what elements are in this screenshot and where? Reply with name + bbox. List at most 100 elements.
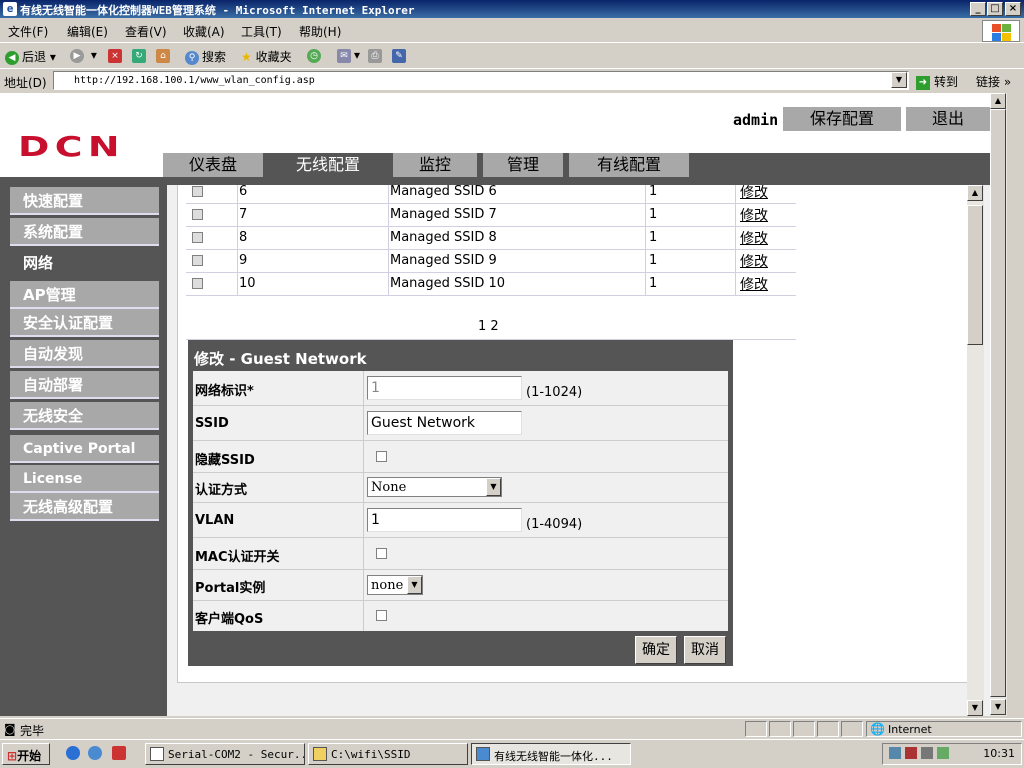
auth-select[interactable]: None ▼ bbox=[367, 477, 502, 497]
row-checkbox[interactable] bbox=[192, 255, 203, 266]
network-id-input[interactable]: 1 bbox=[367, 376, 522, 400]
sidebar-item-captive-portal[interactable]: Captive Portal bbox=[10, 435, 159, 463]
portal-select[interactable]: none ▼ bbox=[367, 575, 423, 595]
page-scrollbar[interactable]: ▲ ▼ bbox=[990, 93, 1007, 716]
edit-link[interactable]: 修改 bbox=[740, 251, 768, 271]
menu-help[interactable]: 帮助(H) bbox=[299, 23, 341, 40]
vlan-hint: (1-4094) bbox=[526, 517, 583, 532]
sidebar-item-ap-manage[interactable]: AP管理 bbox=[10, 281, 159, 309]
search-button[interactable]: ⚲ 搜索 bbox=[185, 48, 226, 65]
maximize-button[interactable]: □ bbox=[987, 2, 1003, 16]
scroll-thumb[interactable] bbox=[967, 205, 983, 345]
tab-dashboard[interactable]: 仪表盘 bbox=[163, 153, 263, 177]
content-frame: 6 Managed SSID 6 1 修改 7 Managed SSID 7 1… bbox=[177, 185, 973, 683]
tray-app-icon[interactable] bbox=[921, 747, 933, 759]
tab-wired-config[interactable]: 有线配置 bbox=[569, 153, 689, 177]
logout-button[interactable]: 退出 bbox=[906, 107, 990, 131]
edit-link[interactable]: 修改 bbox=[740, 205, 768, 225]
tray-app-icon[interactable] bbox=[937, 747, 949, 759]
inner-scrollbar[interactable]: ▲ ▼ bbox=[967, 185, 984, 716]
minimize-button[interactable]: _ bbox=[970, 2, 986, 16]
row-checkbox[interactable] bbox=[192, 232, 203, 243]
ok-button[interactable]: 确定 bbox=[635, 636, 677, 664]
form-row-mac-auth: MAC认证开关 bbox=[193, 538, 728, 570]
row-checkbox[interactable] bbox=[192, 278, 203, 289]
tab-monitor[interactable]: 监控 bbox=[393, 153, 477, 177]
address-input[interactable]: http://192.168.100.1/www_wlan_config.asp bbox=[53, 71, 909, 90]
edit-link[interactable]: 修改 bbox=[740, 274, 768, 294]
mail-button[interactable]: ✉ ▾ bbox=[337, 48, 360, 63]
links-label: 链接 bbox=[976, 75, 1001, 89]
refresh-button[interactable]: ↻ bbox=[132, 48, 149, 63]
tray-app-icon[interactable] bbox=[905, 747, 917, 759]
windows-logo-icon bbox=[982, 20, 1020, 42]
task-label: 有线无线智能一体化... bbox=[494, 750, 613, 763]
menu-tools[interactable]: 工具(T) bbox=[241, 23, 282, 40]
cell-id: 9 bbox=[239, 253, 248, 268]
app-quicklaunch-icon[interactable] bbox=[112, 746, 126, 760]
ie-quicklaunch-icon[interactable] bbox=[88, 746, 102, 760]
edit-link[interactable]: 修改 bbox=[740, 228, 768, 248]
address-dropdown-icon[interactable]: ▼ bbox=[891, 72, 907, 88]
forward-button[interactable]: ▶ ▾ bbox=[70, 48, 97, 63]
sidebar-item-wireless-advanced[interactable]: 无线高级配置 bbox=[10, 493, 159, 521]
cancel-button[interactable]: 取消 bbox=[684, 636, 726, 664]
hide-ssid-checkbox[interactable] bbox=[376, 451, 387, 462]
qos-checkbox[interactable] bbox=[376, 610, 387, 621]
go-button[interactable]: ➜ 转到 bbox=[916, 73, 958, 90]
task-ie-window[interactable]: 有线无线智能一体化... bbox=[471, 743, 631, 765]
star-icon: ★ bbox=[241, 50, 252, 64]
scroll-down-icon[interactable]: ▼ bbox=[990, 699, 1006, 715]
scroll-thumb[interactable] bbox=[990, 109, 1006, 697]
scroll-down-icon[interactable]: ▼ bbox=[967, 700, 983, 716]
stop-button[interactable]: × bbox=[108, 48, 125, 63]
status-panel bbox=[817, 721, 839, 737]
sidebar-item-quick-config[interactable]: 快速配置 bbox=[10, 187, 159, 215]
scroll-up-icon[interactable]: ▲ bbox=[967, 185, 983, 201]
task-folder-ssid[interactable]: C:\wifi\SSID bbox=[308, 743, 468, 765]
pagination[interactable]: 1 2 bbox=[478, 319, 499, 334]
sidebar-item-system-config[interactable]: 系统配置 bbox=[10, 218, 159, 246]
history-button[interactable]: ◷ bbox=[307, 48, 324, 63]
table-row: 9 Managed SSID 9 1 修改 bbox=[186, 250, 796, 273]
table-row: 8 Managed SSID 8 1 修改 bbox=[186, 227, 796, 250]
row-checkbox[interactable] bbox=[192, 186, 203, 197]
ssid-input[interactable]: Guest Network bbox=[367, 411, 522, 435]
window-title-bar[interactable]: e 有线无线智能一体化控制器WEB管理系统 - Microsoft Intern… bbox=[0, 0, 1024, 18]
sidebar-item-auto-discover[interactable]: 自动发现 bbox=[10, 340, 159, 368]
address-url: http://192.168.100.1/www_wlan_config.asp bbox=[74, 75, 315, 86]
scroll-up-icon[interactable]: ▲ bbox=[990, 93, 1006, 109]
edit-link[interactable]: 修改 bbox=[740, 185, 768, 202]
menu-view[interactable]: 查看(V) bbox=[125, 23, 167, 40]
back-button[interactable]: ◀ 后退 ▾ bbox=[5, 48, 56, 65]
vlan-input[interactable]: 1 bbox=[367, 508, 522, 532]
tray-network-icon[interactable] bbox=[889, 747, 901, 759]
sidebar-item-license[interactable]: License bbox=[10, 465, 159, 493]
zone-label: Internet bbox=[888, 723, 932, 736]
save-config-button[interactable]: 保存配置 bbox=[783, 107, 901, 131]
ie-quicklaunch-icon[interactable] bbox=[66, 746, 80, 760]
menu-edit[interactable]: 编辑(E) bbox=[67, 23, 108, 40]
form-row-ssid: SSID Guest Network bbox=[193, 406, 728, 441]
mac-auth-checkbox[interactable] bbox=[376, 548, 387, 559]
links-button[interactable]: 链接 » bbox=[976, 73, 1011, 90]
nav-divider bbox=[0, 177, 990, 185]
home-button[interactable]: ⌂ bbox=[156, 48, 173, 63]
start-button[interactable]: ⊞开始 bbox=[2, 743, 50, 765]
task-serial-com2[interactable]: Serial-COM2 - Secur... bbox=[145, 743, 305, 765]
row-checkbox[interactable] bbox=[192, 209, 203, 220]
sidebar-item-auto-deploy[interactable]: 自动部署 bbox=[10, 371, 159, 399]
close-button[interactable]: × bbox=[1005, 2, 1021, 16]
edit-page-button[interactable]: ✎ bbox=[392, 48, 409, 63]
tab-wireless-config[interactable]: 无线配置 bbox=[269, 153, 387, 177]
sidebar-item-security-auth[interactable]: 安全认证配置 bbox=[10, 309, 159, 337]
print-button[interactable]: ⎙ bbox=[368, 48, 385, 63]
favorites-button[interactable]: ★ 收藏夹 bbox=[241, 48, 292, 65]
sidebar-item-network[interactable]: 网络 bbox=[10, 249, 159, 277]
ie-icon bbox=[476, 747, 490, 761]
menu-favorites[interactable]: 收藏(A) bbox=[183, 23, 225, 40]
sidebar-item-wireless-security[interactable]: 无线安全 bbox=[10, 402, 159, 430]
menu-file[interactable]: 文件(F) bbox=[8, 23, 48, 40]
stop-icon: × bbox=[108, 48, 122, 63]
tab-manage[interactable]: 管理 bbox=[483, 153, 563, 177]
